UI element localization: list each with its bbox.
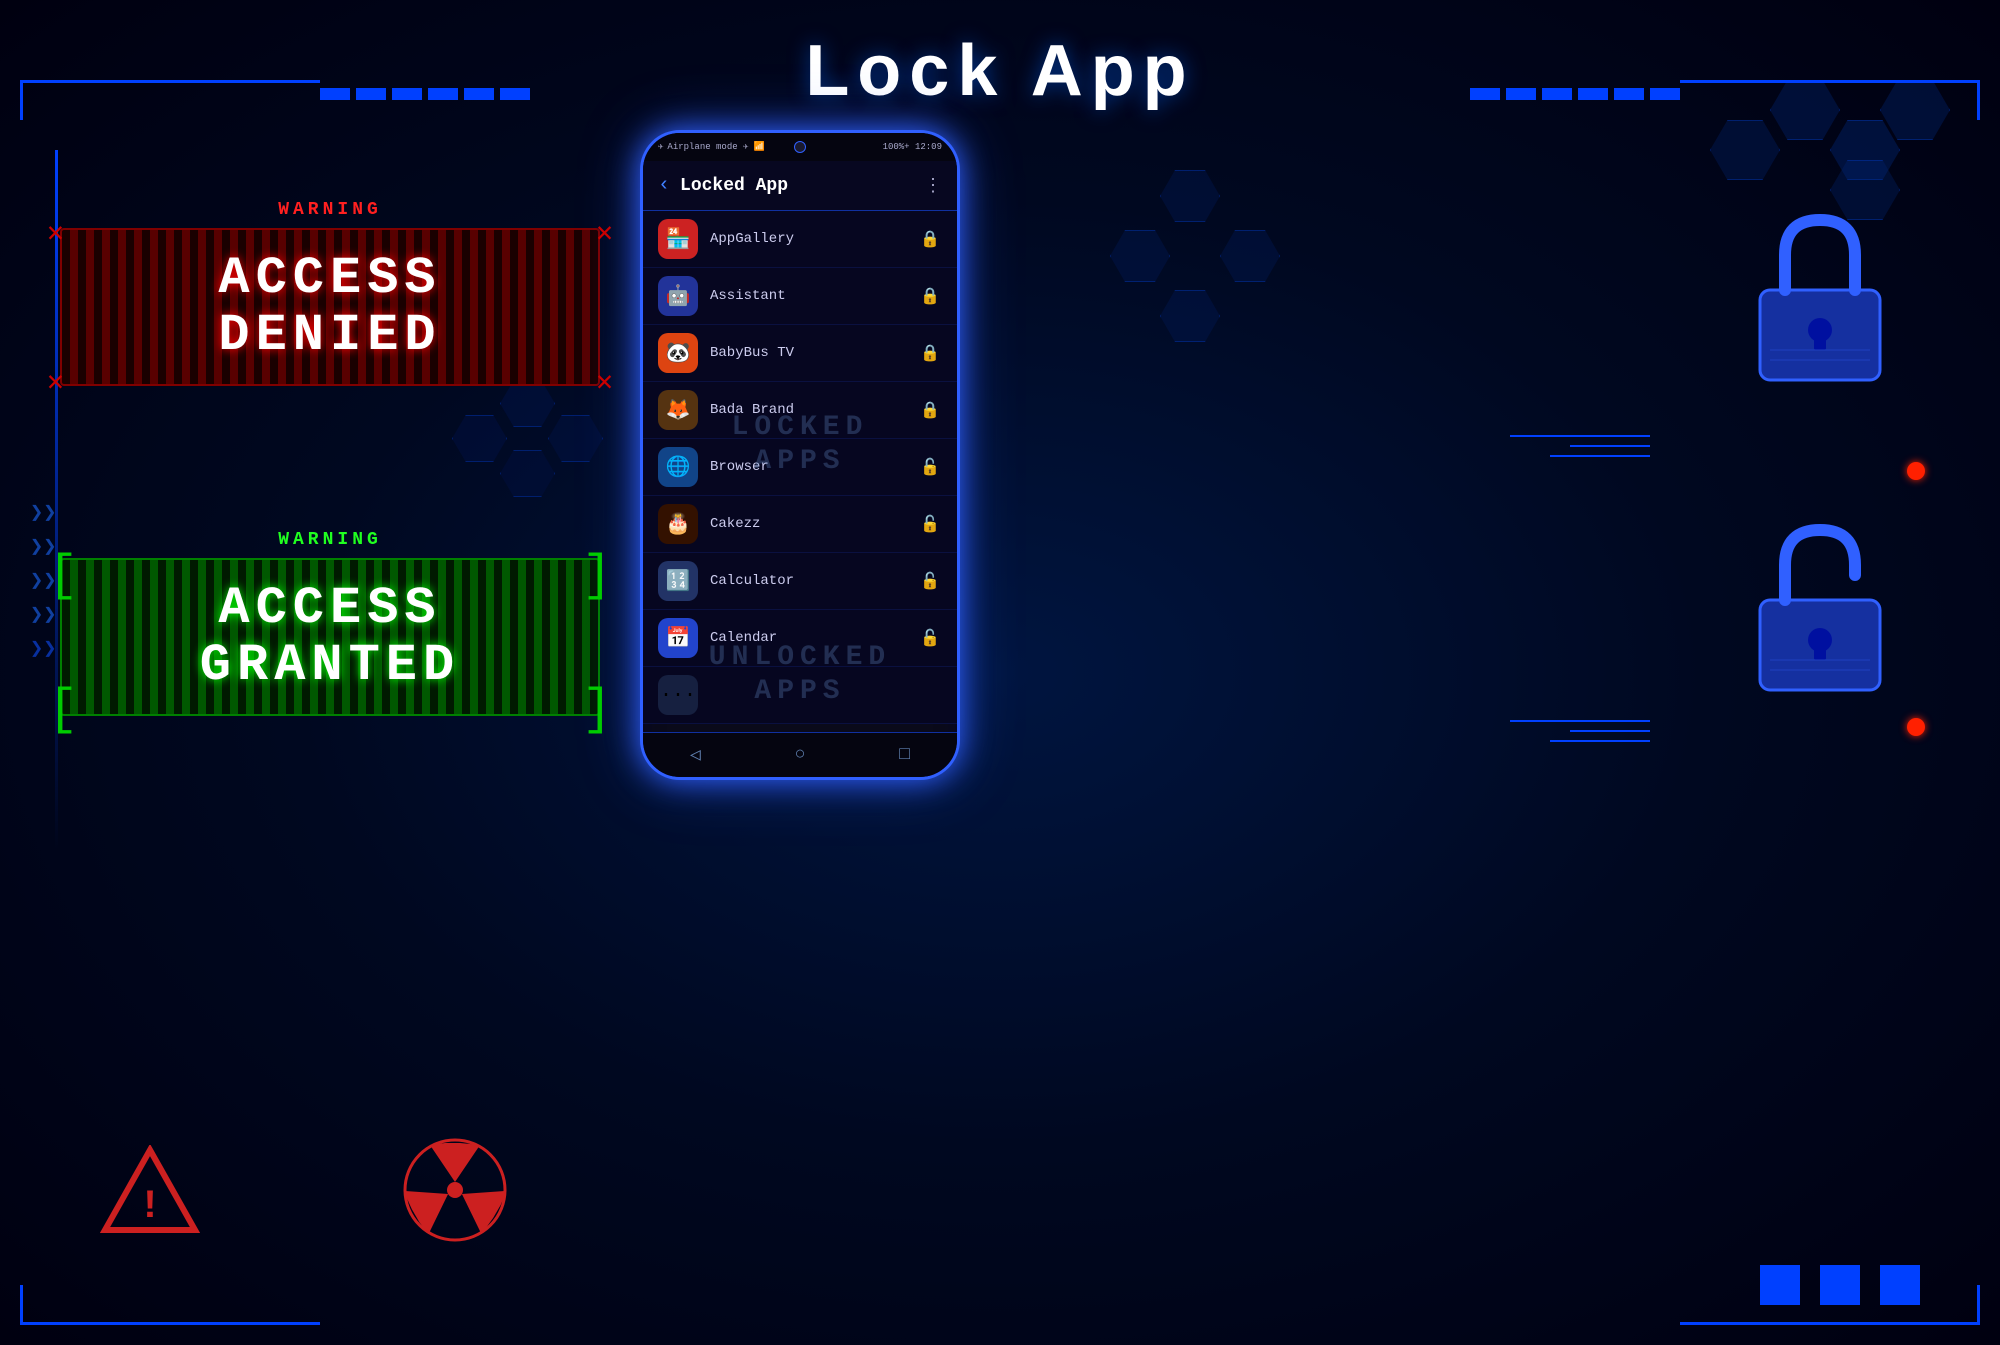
radiation-icon (400, 1135, 510, 1245)
babybus-icon: 🐼 (658, 333, 698, 373)
cakezz-icon: 🎂 (658, 504, 698, 544)
corner-bl (20, 1285, 320, 1325)
phone-frame: ✈ Airplane mode ✈ 📶 100%+ 12:09 ‹ Locked… (640, 130, 960, 780)
back-button[interactable]: ‹ (658, 174, 670, 197)
access-granted-box: [ ] [ ] ACCESS GRANTED (60, 558, 600, 716)
nav-recent-button[interactable]: □ (899, 745, 910, 765)
bada-icon: 🦊 (658, 390, 698, 430)
bada-name: Bada Brand (710, 402, 906, 418)
warning-triangle-icon: ! (100, 1145, 200, 1235)
list-item[interactable]: 🐼 BabyBus TV 🔒 (643, 325, 957, 382)
lock-locked-icon[interactable]: 🔒 (918, 227, 942, 251)
nav-bar: ◁ ○ □ (643, 732, 957, 777)
page-title: Lock App (805, 30, 1194, 112)
access-granted-text: ACCESS GRANTED (102, 580, 558, 694)
calendar-name: Calendar (710, 630, 906, 646)
corner-tl (20, 80, 320, 120)
app-header: ‹ Locked App ⋮ (643, 161, 957, 211)
circuit-line-5 (1570, 730, 1650, 732)
list-item[interactable]: 🌐 Browser 🔓 (643, 439, 957, 496)
top-dashes-left (320, 88, 530, 100)
list-item[interactable]: 🏪 AppGallery 🔒 (643, 211, 957, 268)
calculator-icon: 🔢 (658, 561, 698, 601)
circuit-line-1 (1510, 435, 1650, 437)
browser-name: Browser (710, 459, 906, 475)
list-item[interactable]: ··· (643, 667, 957, 724)
access-denied-text: ACCESS DENIED (102, 250, 558, 364)
corner-tr (1680, 80, 1980, 120)
more-icon: ··· (658, 675, 698, 715)
nav-home-button[interactable]: ○ (795, 745, 806, 765)
icons-row: ! (100, 1135, 510, 1245)
app-gallery-name: AppGallery (710, 231, 906, 247)
unlocked-padlock-icon (1740, 510, 1900, 710)
assistant-name: Assistant (710, 288, 906, 304)
locked-padlock-icon (1740, 200, 1900, 400)
top-dashes-right (1470, 88, 1680, 100)
calendar-icon: 📅 (658, 618, 698, 658)
list-item[interactable]: 🤖 Assistant 🔒 (643, 268, 957, 325)
list-item[interactable]: 🎂 Cakezz 🔓 (643, 496, 957, 553)
calculator-name: Calculator (710, 573, 906, 589)
phone-mockup: ✈ Airplane mode ✈ 📶 100%+ 12:09 ‹ Locked… (640, 130, 960, 780)
cakezz-lock-icon[interactable]: 🔓 (918, 512, 942, 536)
warning-granted-label: WARNING (60, 530, 600, 550)
access-denied-box: ✕ ✕ ✕ ✕ ACCESS DENIED (60, 228, 600, 386)
cakezz-name: Cakezz (710, 516, 906, 532)
red-dot-locked (1907, 462, 1925, 480)
assistant-lock-icon[interactable]: 🔒 (918, 284, 942, 308)
babybus-name: BabyBus TV (710, 345, 906, 361)
babybus-lock-icon[interactable]: 🔒 (918, 341, 942, 365)
app-gallery-icon: 🏪 (658, 219, 698, 259)
app-header-title: Locked App (680, 176, 914, 196)
bottom-dots (1760, 1265, 1920, 1305)
list-item[interactable]: 🦊 Bada Brand 🔒 (643, 382, 957, 439)
browser-lock-icon[interactable]: 🔓 (918, 455, 942, 479)
list-item[interactable]: 📅 Calendar 🔓 (643, 610, 957, 667)
circuit-line-2 (1570, 445, 1650, 447)
circuit-line-4 (1510, 720, 1650, 722)
svg-text:!: ! (138, 1185, 162, 1230)
browser-icon: 🌐 (658, 447, 698, 487)
status-right: 100%+ 12:09 (883, 142, 942, 152)
warning-denied-label: WARNING (60, 200, 600, 220)
bada-lock-icon[interactable]: 🔒 (918, 398, 942, 422)
nav-back-button[interactable]: ◁ (690, 744, 701, 766)
airplane-icon: ✈ (658, 142, 663, 152)
camera-dot (794, 141, 806, 153)
menu-button[interactable]: ⋮ (924, 175, 942, 197)
list-item[interactable]: 🔢 Calculator 🔓 (643, 553, 957, 610)
assistant-icon: 🤖 (658, 276, 698, 316)
status-left: ✈ Airplane mode ✈ 📶 (658, 142, 765, 152)
circuit-line-3 (1550, 455, 1650, 457)
access-denied-section: WARNING ✕ ✕ ✕ ✕ ACCESS DENIED (60, 200, 600, 386)
access-granted-section: WARNING [ ] [ ] ACCESS GRANTED (60, 530, 600, 716)
status-left-text: Airplane mode ✈ 📶 (667, 142, 765, 152)
app-list-container: LOCKED APPS UNLOCKED APPS 🏪 AppGallery 🔒… (643, 211, 957, 724)
red-dot-unlocked (1907, 718, 1925, 736)
more-lock-icon (918, 683, 942, 707)
calendar-lock-icon[interactable]: 🔓 (918, 626, 942, 650)
circuit-line-6 (1550, 740, 1650, 742)
calculator-lock-icon[interactable]: 🔓 (918, 569, 942, 593)
